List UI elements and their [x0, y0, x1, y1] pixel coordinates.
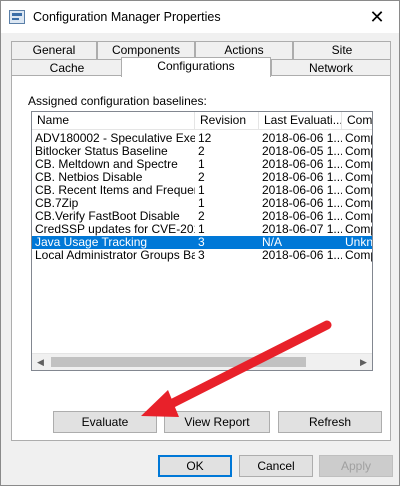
column-header-revision[interactable]: Revision [195, 112, 259, 130]
column-header-name[interactable]: Name [32, 112, 195, 130]
table-row[interactable]: Local Administrator Groups Bas...3 2018-0… [32, 249, 372, 262]
row-last-evaluation: 2018-06-07 1... [262, 223, 342, 236]
row-name: CB. Recent Items and Frequen... [35, 184, 195, 197]
row-last-evaluation: 2018-06-06 1... [262, 184, 342, 197]
column-header-last-evaluation[interactable]: Last Evaluati... [259, 112, 342, 130]
cancel-button[interactable]: Cancel [239, 455, 313, 477]
close-icon[interactable]: ✕ [363, 5, 391, 29]
row-compliance: Comp [345, 132, 372, 145]
row-revision: 1 [198, 184, 205, 197]
scroll-thumb[interactable] [51, 357, 306, 367]
row-name: ADV180002 - Speculative Exe... [35, 132, 195, 145]
row-name: Java Usage Tracking [35, 236, 148, 249]
table-row[interactable]: CB. Netbios Disable 2 2018-06-06 1...Comp [32, 171, 372, 184]
title-bar: Configuration Manager Properties ✕ [1, 1, 399, 33]
row-revision: 2 [198, 145, 205, 158]
row-compliance: Comp [345, 158, 372, 171]
view-report-button[interactable]: View Report [164, 411, 270, 433]
row-revision: 3 [198, 236, 205, 249]
horizontal-scrollbar[interactable]: ◀ ▶ [32, 353, 372, 370]
tab-configurations[interactable]: Configurations [121, 57, 271, 77]
row-compliance: Comp [345, 171, 372, 184]
window-title: Configuration Manager Properties [33, 10, 221, 24]
row-name: CB. Meltdown and Spectre [35, 158, 178, 171]
table-row[interactable]: CredSSP updates for CVE-201... 1 2018-06-0… [32, 223, 372, 236]
tab-site[interactable]: Site [293, 41, 391, 59]
row-revision: 2 [198, 171, 205, 184]
baselines-listview[interactable]: Name Revision Last Evaluati... Comp ADV1… [31, 111, 373, 371]
row-compliance: Comp [345, 145, 372, 158]
row-name: CB.7Zip [35, 197, 79, 210]
row-compliance: Comp [345, 249, 372, 262]
row-last-evaluation: 2018-06-06 1... [262, 171, 342, 184]
evaluate-button[interactable]: Evaluate [53, 411, 157, 433]
row-last-evaluation: 2018-06-06 1... [262, 210, 342, 223]
row-compliance: Unkn [345, 236, 373, 249]
row-name: CredSSP updates for CVE-201... [35, 223, 195, 236]
table-row[interactable]: CB.Verify FastBoot Disable 2 2018-06-06 1.… [32, 210, 372, 223]
row-revision: 1 [198, 197, 205, 210]
row-name: CB. Netbios Disable [35, 171, 143, 184]
row-name: Local Administrator Groups Bas... [35, 249, 195, 262]
table-row[interactable]: Bitlocker Status Baseline 2 2018-06-05 1..… [32, 145, 372, 158]
row-name: CB.Verify FastBoot Disable [35, 210, 180, 223]
ok-button[interactable]: OK [158, 455, 232, 477]
row-revision: 1 [198, 223, 205, 236]
tab-general[interactable]: General [11, 41, 97, 59]
row-last-evaluation: 2018-06-06 1... [262, 158, 342, 171]
row-compliance: Comp [345, 197, 372, 210]
row-revision: 12 [198, 132, 212, 145]
table-row[interactable]: Java Usage Tracking 3 N/A Unkn [32, 236, 372, 249]
table-row[interactable]: ADV180002 - Speculative Exe... 12 2018-06-… [32, 132, 372, 145]
row-last-evaluation: N/A [262, 236, 283, 249]
row-last-evaluation: 2018-06-06 1... [262, 197, 342, 210]
row-compliance: Comp [345, 210, 372, 223]
table-row[interactable]: CB. Meltdown and Spectre 1 2018-06-06 1...… [32, 158, 372, 171]
row-last-evaluation: 2018-06-06 1... [262, 132, 342, 145]
refresh-button[interactable]: Refresh [278, 411, 382, 433]
row-compliance: Comp [345, 184, 372, 197]
row-last-evaluation: 2018-06-06 1... [262, 249, 342, 262]
row-name: Bitlocker Status Baseline [35, 145, 168, 158]
configuration-manager-icon [9, 10, 25, 24]
apply-button[interactable]: Apply [319, 455, 393, 477]
table-row[interactable]: CB.7Zip 1 2018-06-06 1...Comp [32, 197, 372, 210]
row-last-evaluation: 2018-06-05 1... [262, 145, 342, 158]
scroll-left-icon[interactable]: ◀ [32, 354, 49, 370]
baselines-label: Assigned configuration baselines: [28, 94, 207, 108]
scroll-right-icon[interactable]: ▶ [355, 354, 372, 370]
row-revision: 1 [198, 158, 205, 171]
row-revision: 3 [198, 249, 205, 262]
list-header: Name Revision Last Evaluati... Comp [32, 112, 372, 130]
row-revision: 2 [198, 210, 205, 223]
column-header-compliance[interactable]: Comp [342, 112, 372, 130]
configurations-panel: Assigned configuration baselines: Name R… [11, 75, 391, 441]
table-row[interactable]: CB. Recent Items and Frequen... 1 2018-06-… [32, 184, 372, 197]
row-compliance: Comp [345, 223, 372, 236]
properties-window: Configuration Manager Properties ✕ Gener… [0, 0, 400, 486]
